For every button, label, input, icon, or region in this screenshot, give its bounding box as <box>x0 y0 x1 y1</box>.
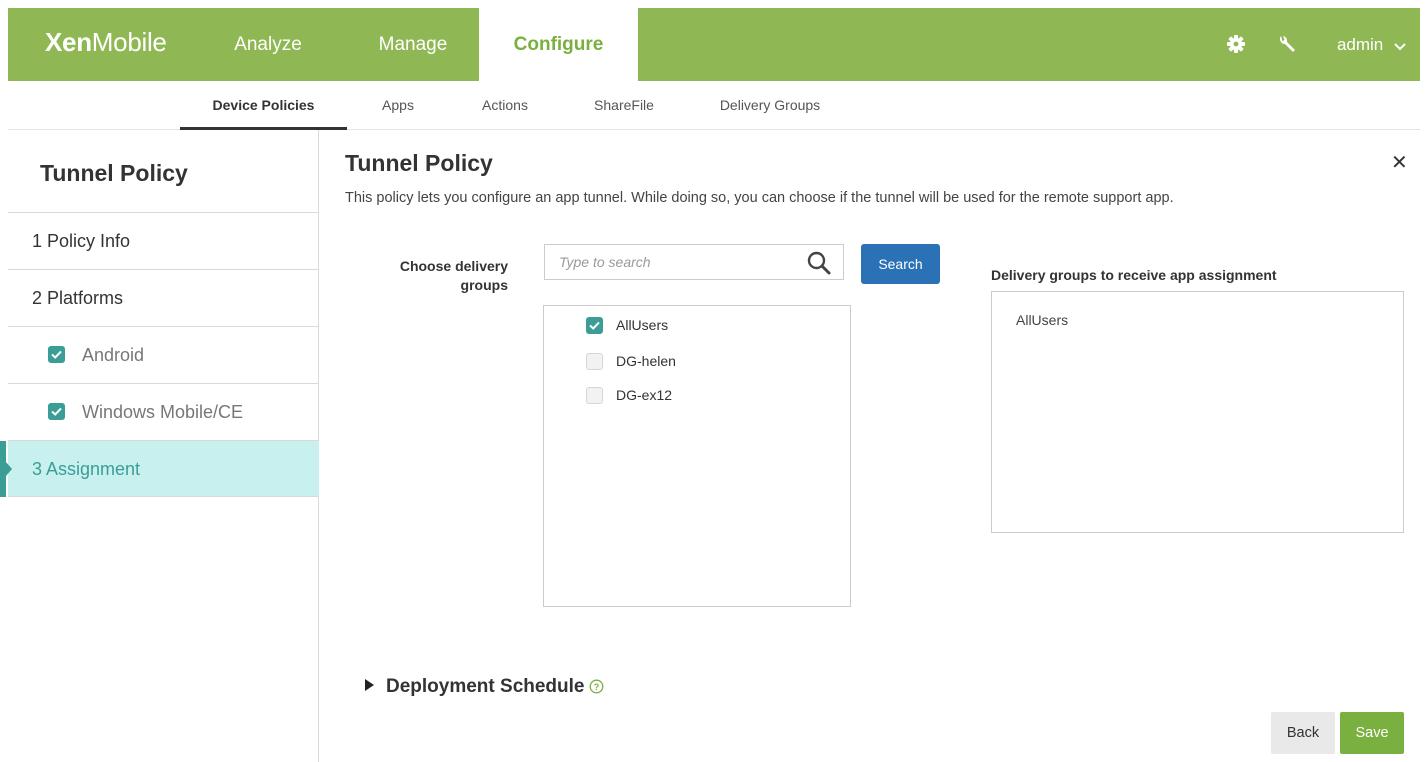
receiving-groups-box: AllUsers <box>991 291 1404 533</box>
sidebar-item-policy-info[interactable]: 1 Policy Info <box>8 212 319 269</box>
nav-manage[interactable]: Manage <box>348 8 478 81</box>
expand-triangle-icon <box>365 678 374 691</box>
checkbox-unchecked-icon[interactable] <box>586 353 603 370</box>
xenmobile-logo[interactable]: XenMobile <box>45 27 167 58</box>
sidebar-item-android[interactable]: Android <box>8 326 319 383</box>
group-label: DG-ex12 <box>616 387 673 403</box>
tab-sharefile[interactable]: ShareFile <box>574 81 674 130</box>
receiving-group-item: AllUsers <box>1016 312 1069 328</box>
deployment-schedule-toggle[interactable]: Deployment Schedule ? <box>365 676 604 698</box>
chevron-down-icon <box>1394 9 1406 82</box>
checkbox-unchecked-icon[interactable] <box>586 387 603 404</box>
admin-label: admin <box>1336 35 1384 54</box>
tab-actions[interactable]: Actions <box>460 81 550 130</box>
sub-nav: Device Policies Apps Actions ShareFile D… <box>8 81 1420 130</box>
active-step-arrow-icon <box>6 462 12 476</box>
group-label: DG-helen <box>616 353 676 369</box>
sidebar-item-assignment[interactable]: 3 Assignment <box>0 440 319 497</box>
tab-delivery-groups[interactable]: Delivery Groups <box>700 81 840 130</box>
checkbox-checked-icon[interactable] <box>586 317 603 334</box>
sidebar-item-label: Windows Mobile/CE <box>82 402 244 422</box>
deployment-schedule-label: Deployment Schedule <box>386 676 585 697</box>
admin-menu[interactable]: admin <box>1337 8 1406 81</box>
top-bar: XenMobile Analyze Manage Configure admin <box>8 8 1420 81</box>
sidebar-item-label: 3 Assignment <box>32 459 141 479</box>
page-description: This policy lets you configure an app tu… <box>345 190 1174 206</box>
wizard-sidebar: Tunnel Policy 1 Policy Info 2 Platforms … <box>0 130 319 762</box>
choose-delivery-groups-label: Choose delivery groups <box>399 258 508 293</box>
delivery-group-list[interactable]: AllUsers DG-helen DG-ex12 <box>543 305 851 607</box>
svg-text:?: ? <box>593 682 599 692</box>
group-label: AllUsers <box>616 317 669 333</box>
wrench-icon[interactable] <box>1275 32 1299 56</box>
checkbox-checked-icon[interactable] <box>48 403 65 420</box>
back-button[interactable]: Back <box>1271 712 1335 754</box>
save-button[interactable]: Save <box>1340 712 1404 754</box>
close-icon[interactable]: ✕ <box>1391 150 1408 175</box>
receiving-groups-label: Delivery groups to receive app assignmen… <box>991 267 1277 283</box>
checkbox-checked-icon[interactable] <box>48 346 65 363</box>
nav-analyze[interactable]: Analyze <box>208 8 328 81</box>
sidebar-item-label: Android <box>82 345 145 365</box>
search-button[interactable]: Search <box>861 244 940 284</box>
sidebar-item-windows-mobile[interactable]: Windows Mobile/CE <box>8 383 319 440</box>
tab-apps[interactable]: Apps <box>363 81 433 130</box>
sidebar-item-platforms[interactable]: 2 Platforms <box>8 269 319 326</box>
page-title: Tunnel Policy <box>345 150 493 176</box>
help-icon[interactable]: ? <box>589 678 604 694</box>
nav-configure[interactable]: Configure <box>479 8 638 81</box>
gear-icon[interactable] <box>1224 32 1248 56</box>
search-icon[interactable] <box>806 250 832 276</box>
sidebar-title: Tunnel Policy <box>40 160 188 186</box>
sidebar-item-label: 2 Platforms <box>32 288 124 308</box>
search-input[interactable] <box>544 244 844 280</box>
sidebar-item-label: 1 Policy Info <box>32 231 131 251</box>
tab-device-policies[interactable]: Device Policies <box>180 81 347 130</box>
